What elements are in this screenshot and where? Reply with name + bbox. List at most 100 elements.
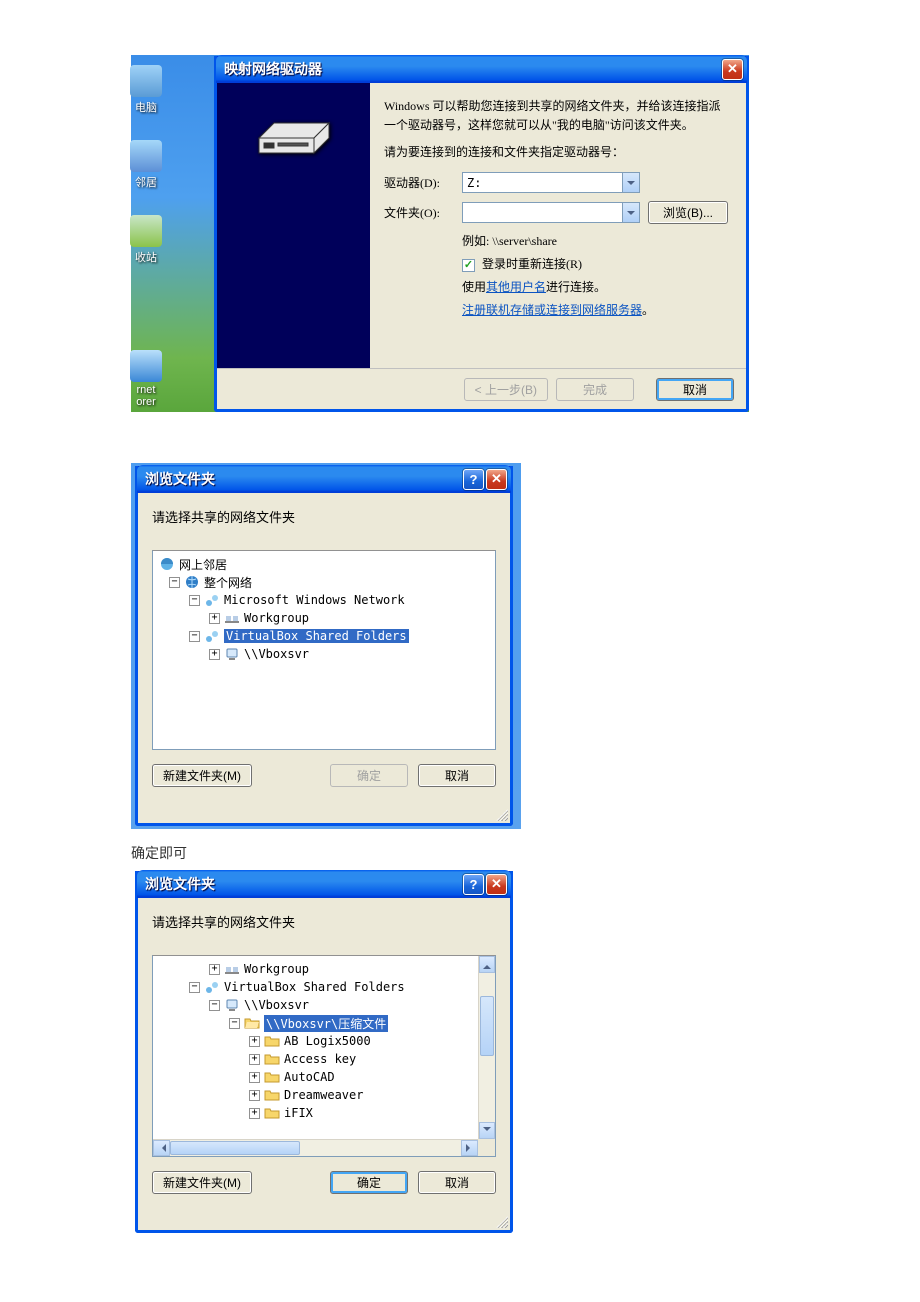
titlebar[interactable]: 浏览文件夹 ? ✕ <box>137 465 511 493</box>
close-button[interactable]: ✕ <box>486 874 507 895</box>
tree-vbox-shared-folders[interactable]: VirtualBox Shared Folders <box>155 978 493 996</box>
expand-icon[interactable] <box>249 1108 260 1119</box>
wizard-content: Windows 可以帮助您连接到共享的网络文件夹，并给该连接指派一个驱动器号，这… <box>370 83 746 368</box>
tree-entire-network[interactable]: 整个网络 <box>155 573 493 591</box>
expand-icon[interactable] <box>209 964 220 975</box>
reconnect-checkbox[interactable] <box>462 259 475 272</box>
horizontal-scrollbar[interactable] <box>153 1139 478 1156</box>
wizard-side-image <box>217 83 370 368</box>
globe-icon <box>184 574 200 590</box>
example-text: 例如: \\server\share <box>462 230 728 253</box>
scroll-down-button[interactable] <box>479 1122 495 1139</box>
desktop-icon-recycle-bin[interactable]: 收站 <box>126 215 166 265</box>
folder-icon <box>264 1087 280 1103</box>
window-title: 映射网络驱动器 <box>224 59 720 79</box>
network-icon <box>204 592 220 608</box>
titlebar[interactable]: 浏览文件夹 ? ✕ <box>137 870 511 898</box>
network-icon <box>204 979 220 995</box>
new-folder-button[interactable]: 新建文件夹(M) <box>152 764 252 787</box>
wizard-description: Windows 可以帮助您连接到共享的网络文件夹，并给该连接指派一个驱动器号，这… <box>384 97 728 135</box>
signup-online-storage-link[interactable]: 注册联机存储或连接到网络服务器 <box>462 303 642 317</box>
folder-combobox[interactable] <box>462 202 640 223</box>
help-button[interactable]: ? <box>463 469 484 490</box>
expand-icon[interactable] <box>209 613 220 624</box>
collapse-icon[interactable] <box>189 631 200 642</box>
cancel-button[interactable]: 取消 <box>418 764 496 787</box>
signup-row: 注册联机存储或连接到网络服务器。 <box>462 299 728 322</box>
computer-icon <box>224 646 240 662</box>
expand-icon[interactable] <box>249 1090 260 1101</box>
expand-icon[interactable] <box>249 1072 260 1083</box>
collapse-icon[interactable] <box>189 595 200 606</box>
tree-folder-access-key[interactable]: Access key <box>155 1050 493 1068</box>
workgroup-icon <box>224 610 240 626</box>
browse-button[interactable]: 浏览(B)... <box>648 201 728 224</box>
vertical-scrollbar[interactable] <box>478 956 495 1139</box>
cancel-button[interactable]: 取消 <box>418 1171 496 1194</box>
tree-vbox-shared-folders[interactable]: VirtualBox Shared Folders <box>155 627 493 645</box>
collapse-icon[interactable] <box>209 1000 220 1011</box>
browse-folder-window-2: 浏览文件夹 ? ✕ 请选择共享的网络文件夹 Workgroup VirtualB… <box>135 871 513 1233</box>
help-button[interactable]: ? <box>463 874 484 895</box>
drive-label: 驱动器(D): <box>384 174 462 191</box>
tree-folder-ifix[interactable]: iFIX <box>155 1104 493 1122</box>
network-icon <box>204 628 220 644</box>
reconnect-label: 登录时重新连接(R) <box>482 257 582 271</box>
wizard-prompt: 请为要连接到的连接和文件夹指定驱动器号： <box>384 143 728 160</box>
tree-folder-autocad[interactable]: AutoCAD <box>155 1068 493 1086</box>
desktop-icon-network-places[interactable]: 邻居 <box>126 140 166 190</box>
folder-label: 文件夹(O): <box>384 204 462 221</box>
ok-button[interactable]: 确定 <box>330 1171 408 1194</box>
tree-network-places[interactable]: 网上邻居 <box>155 555 493 573</box>
new-folder-button[interactable]: 新建文件夹(M) <box>152 1171 252 1194</box>
size-grip[interactable] <box>496 809 508 821</box>
finish-button: 完成 <box>556 378 634 401</box>
scroll-right-button[interactable] <box>461 1140 478 1156</box>
caption-text: 确定即可 <box>131 843 187 863</box>
tree-workgroup[interactable]: Workgroup <box>155 609 493 627</box>
back-button: < 上一步(B) <box>464 378 548 401</box>
browse-folder-window-1: 浏览文件夹 ? ✕ 请选择共享的网络文件夹 网上邻居 整个网络 Microsof… <box>135 466 513 826</box>
desktop-icon-mycomputer[interactable]: 电脑 <box>126 65 166 115</box>
expand-icon[interactable] <box>209 649 220 660</box>
scroll-corner <box>478 1139 495 1156</box>
close-button[interactable]: ✕ <box>486 469 507 490</box>
folder-icon <box>264 1069 280 1085</box>
scroll-thumb[interactable] <box>170 1141 300 1155</box>
folder-icon <box>264 1033 280 1049</box>
drive-combobox[interactable]: Z: <box>462 172 640 193</box>
tree-workgroup[interactable]: Workgroup <box>155 960 493 978</box>
collapse-icon[interactable] <box>169 577 180 588</box>
close-button[interactable]: ✕ <box>722 59 743 80</box>
reconnect-row: 登录时重新连接(R) <box>462 253 728 276</box>
window-title: 浏览文件夹 <box>145 469 461 489</box>
chevron-down-icon[interactable] <box>622 173 639 192</box>
tree-folder-dreamweaver[interactable]: Dreamweaver <box>155 1086 493 1104</box>
desktop-icon-ie[interactable]: rnet orer <box>126 350 166 408</box>
folder-open-icon <box>244 1015 260 1031</box>
map-network-drive-window: 映射网络驱动器 ✕ Windows 可以帮助您连接到共享的网络文件夹，并给该连接… <box>214 56 749 412</box>
expand-icon[interactable] <box>249 1036 260 1047</box>
cancel-button[interactable]: 取消 <box>656 378 734 401</box>
creds-row: 使用其他用户名进行连接。 <box>462 276 728 299</box>
chevron-down-icon[interactable] <box>622 203 639 222</box>
scroll-up-button[interactable] <box>479 956 495 973</box>
tree-vboxsvr[interactable]: \\Vboxsvr <box>155 645 493 663</box>
expand-icon[interactable] <box>249 1054 260 1065</box>
tree-ms-windows-network[interactable]: Microsoft Windows Network <box>155 591 493 609</box>
tree-vboxsvr[interactable]: \\Vboxsvr <box>155 996 493 1014</box>
collapse-icon[interactable] <box>189 982 200 993</box>
scroll-left-button[interactable] <box>153 1140 170 1156</box>
scroll-thumb[interactable] <box>480 996 494 1056</box>
folder-tree[interactable]: Workgroup VirtualBox Shared Folders \\Vb… <box>152 955 496 1157</box>
tree-folder-ab-logix[interactable]: AB Logix5000 <box>155 1032 493 1050</box>
browse-instruction: 请选择共享的网络文件夹 <box>152 912 496 931</box>
titlebar[interactable]: 映射网络驱动器 ✕ <box>216 55 747 83</box>
collapse-icon[interactable] <box>229 1018 240 1029</box>
folder-tree[interactable]: 网上邻居 整个网络 Microsoft Windows Network Work… <box>152 550 496 750</box>
different-user-link[interactable]: 其他用户名 <box>486 280 546 294</box>
tree-selected-share[interactable]: \\Vboxsvr\压缩文件 <box>155 1014 493 1032</box>
workgroup-icon <box>224 961 240 977</box>
dialog-button-row: 新建文件夹(M) 确定 取消 <box>152 764 496 787</box>
size-grip[interactable] <box>496 1216 508 1228</box>
